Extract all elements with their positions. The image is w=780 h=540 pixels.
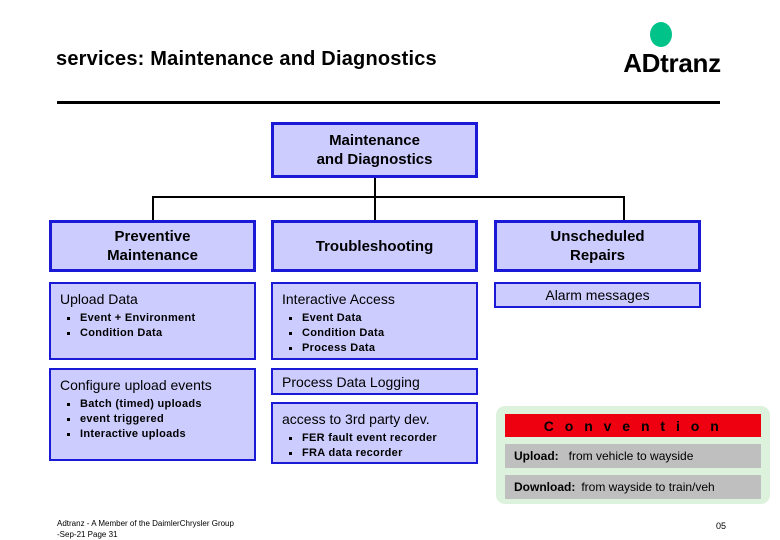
card-alarm-messages[interactable]: Alarm messages — [494, 282, 701, 308]
card-interactive-access-title: Interactive Access — [282, 291, 395, 307]
list-item: event triggered — [60, 412, 245, 427]
list-item: Event Data — [282, 311, 467, 326]
page-number: 05 — [716, 521, 727, 531]
card-alarm-messages-title: Alarm messages — [545, 287, 650, 303]
node-unscheduled-repairs[interactable]: Unscheduled Repairs — [494, 220, 701, 272]
slide-canvas: services: Maintenance and Diagnostics AD… — [0, 0, 780, 540]
card-configure-upload-events[interactable]: Configure upload events Batch (timed) up… — [49, 368, 256, 461]
node-troubleshooting-label: Troubleshooting — [315, 237, 434, 255]
list-item: Interactive uploads — [60, 427, 245, 442]
legend-row-download-value: from wayside to train/veh — [581, 480, 715, 494]
legend-row-upload: Upload: from vehicle to wayside — [505, 444, 761, 468]
connector-drop-middle — [374, 196, 376, 220]
card-interactive-access[interactable]: Interactive Access Event Data Condition … — [271, 282, 478, 360]
logo-dot-icon — [650, 22, 672, 47]
list-item: Event + Environment — [60, 311, 245, 326]
connector-horizontal-bar — [152, 196, 625, 198]
node-maintenance-and-diagnostics[interactable]: Maintenance and Diagnostics — [271, 122, 478, 178]
card-interactive-access-list: Event Data Condition Data Process Data — [282, 311, 467, 356]
card-process-data-logging[interactable]: Process Data Logging — [271, 368, 478, 395]
list-item: Condition Data — [282, 326, 467, 341]
logo-wordmark: ADtranz — [623, 48, 721, 78]
footer-text: Adtranz - A Member of the DaimlerChrysle… — [57, 518, 234, 540]
connector-drop-left — [152, 196, 154, 220]
legend-row-upload-key: Upload: — [514, 449, 559, 463]
node-root-label: Maintenance and Diagnostics — [317, 131, 433, 169]
node-preventive-maintenance-line1: Preventive — [114, 228, 191, 245]
list-item: Condition Data — [60, 326, 245, 341]
list-item: Process Data — [282, 341, 467, 356]
legend-row-upload-value: from vehicle to wayside — [568, 449, 694, 463]
footer-line-1: Adtranz - A Member of the DaimlerChrysle… — [57, 519, 234, 528]
card-upload-data-list: Event + Environment Condition Data — [60, 311, 245, 341]
list-item: FER fault event recorder — [282, 431, 467, 446]
node-unscheduled-repairs-line2: Repairs — [569, 247, 626, 264]
node-unscheduled-repairs-line1: Unscheduled — [550, 228, 645, 245]
card-configure-upload-events-title: Configure upload events — [60, 377, 212, 393]
node-root-label-line2: and Diagnostics — [316, 151, 433, 168]
card-third-party-access-title: access to 3rd party dev. — [282, 411, 430, 427]
header-divider — [57, 101, 720, 104]
node-preventive-maintenance[interactable]: Preventive Maintenance — [49, 220, 256, 272]
node-root-label-line1: Maintenance — [329, 132, 420, 149]
convention-legend: C o n v e n t i o n Upload: from vehicle… — [496, 406, 770, 504]
convention-legend-title: C o n v e n t i o n — [505, 414, 761, 437]
card-process-data-logging-title: Process Data Logging — [282, 373, 420, 390]
node-troubleshooting[interactable]: Troubleshooting — [271, 220, 478, 272]
adtranz-logo: ADtranz — [612, 22, 732, 84]
legend-row-download: Download: from wayside to train/veh — [505, 475, 761, 499]
card-upload-data[interactable]: Upload Data Event + Environment Conditio… — [49, 282, 256, 360]
card-third-party-access[interactable]: access to 3rd party dev. FER fault event… — [271, 402, 478, 464]
card-upload-data-title: Upload Data — [60, 291, 138, 307]
footer-line-2: -Sep-21 Page 31 — [57, 530, 118, 539]
node-unscheduled-repairs-label: Unscheduled Repairs — [550, 227, 644, 265]
card-configure-upload-events-list: Batch (timed) uploads event triggered In… — [60, 397, 245, 442]
list-item: FRA data recorder — [282, 446, 467, 461]
legend-row-download-key: Download: — [514, 480, 576, 494]
node-preventive-maintenance-label: Preventive Maintenance — [107, 227, 198, 265]
list-item: Batch (timed) uploads — [60, 397, 245, 412]
connector-drop-right — [623, 196, 625, 220]
page-title: services: Maintenance and Diagnostics — [56, 48, 437, 70]
node-preventive-maintenance-line2: Maintenance — [107, 247, 198, 264]
card-third-party-access-list: FER fault event recorder FRA data record… — [282, 431, 467, 461]
